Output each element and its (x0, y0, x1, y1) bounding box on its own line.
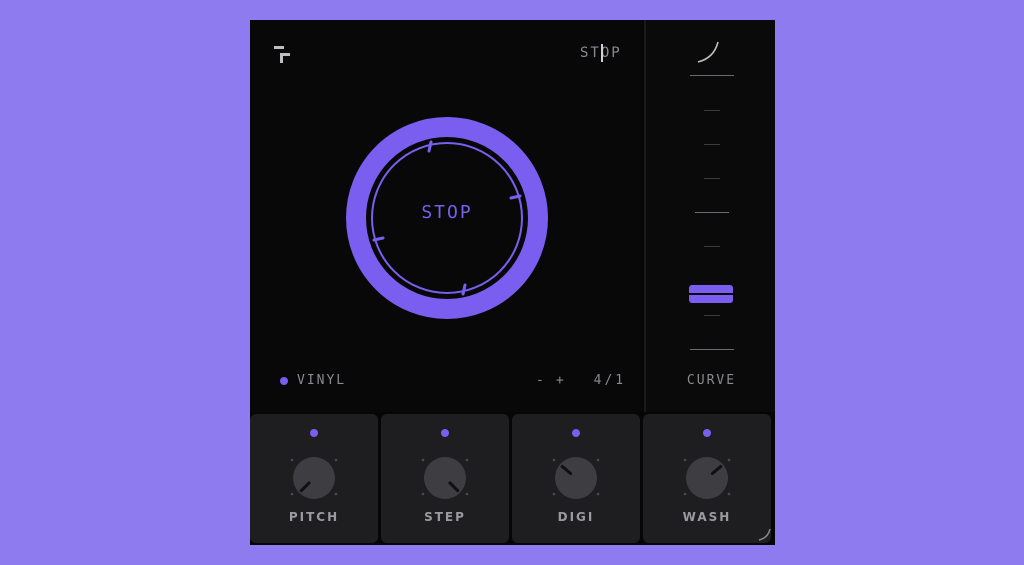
knob-label: DIGI (557, 510, 595, 524)
fader-tick (703, 315, 720, 316)
vinyl-indicator-dot (280, 376, 288, 385)
knob-row: PITCH STEP DIGI WASH (250, 414, 775, 545)
knob-card-step: STEP (381, 414, 509, 543)
fader-tick (689, 75, 734, 76)
speed-control: - + 4/1 (536, 373, 626, 388)
fader-tick (703, 178, 720, 179)
knob-label: PITCH (288, 510, 340, 524)
fader-tick (703, 144, 720, 145)
resize-handle-icon[interactable] (757, 527, 771, 541)
knob-led (310, 429, 318, 437)
curve-panel: CURVE (644, 20, 775, 412)
fader-tick (689, 349, 734, 350)
knob-label: STEP (424, 510, 466, 524)
curve-icon (697, 41, 719, 63)
fader-tick (694, 212, 729, 213)
plugin-window: STOP STOP VINYL - + 4/1 (250, 20, 775, 545)
brand-logo-icon (274, 46, 290, 63)
knob-pitch[interactable] (284, 442, 344, 502)
knob-step[interactable] (415, 442, 475, 502)
knob-card-pitch: PITCH (250, 414, 378, 543)
curve-fader[interactable] (646, 75, 775, 355)
knob-led (703, 429, 711, 437)
knob-led (441, 429, 449, 437)
vinyl-label: VINYL (297, 373, 347, 388)
curve-fader-handle[interactable] (689, 285, 733, 304)
stop-dial[interactable]: STOP (345, 116, 549, 320)
knob-card-wash: WASH (643, 414, 771, 543)
curve-label: CURVE (686, 373, 737, 388)
knob-label: WASH (682, 510, 732, 524)
fader-tick (703, 110, 720, 111)
knob-card-digi: DIGI (512, 414, 640, 543)
knob-digi[interactable] (546, 442, 606, 502)
vinyl-toggle[interactable]: VINYL (280, 373, 346, 388)
knob-wash[interactable] (677, 442, 737, 502)
speed-minus-button[interactable]: - (536, 373, 544, 388)
speed-plus-button[interactable]: + (556, 373, 564, 388)
fader-tick (703, 246, 720, 247)
speed-value: 4/1 (593, 373, 627, 388)
knob-led (572, 429, 580, 437)
dial-center-text: STOP (421, 202, 473, 223)
main-panel: STOP STOP VINYL - + 4/1 (250, 20, 642, 412)
text-cursor (601, 44, 603, 62)
